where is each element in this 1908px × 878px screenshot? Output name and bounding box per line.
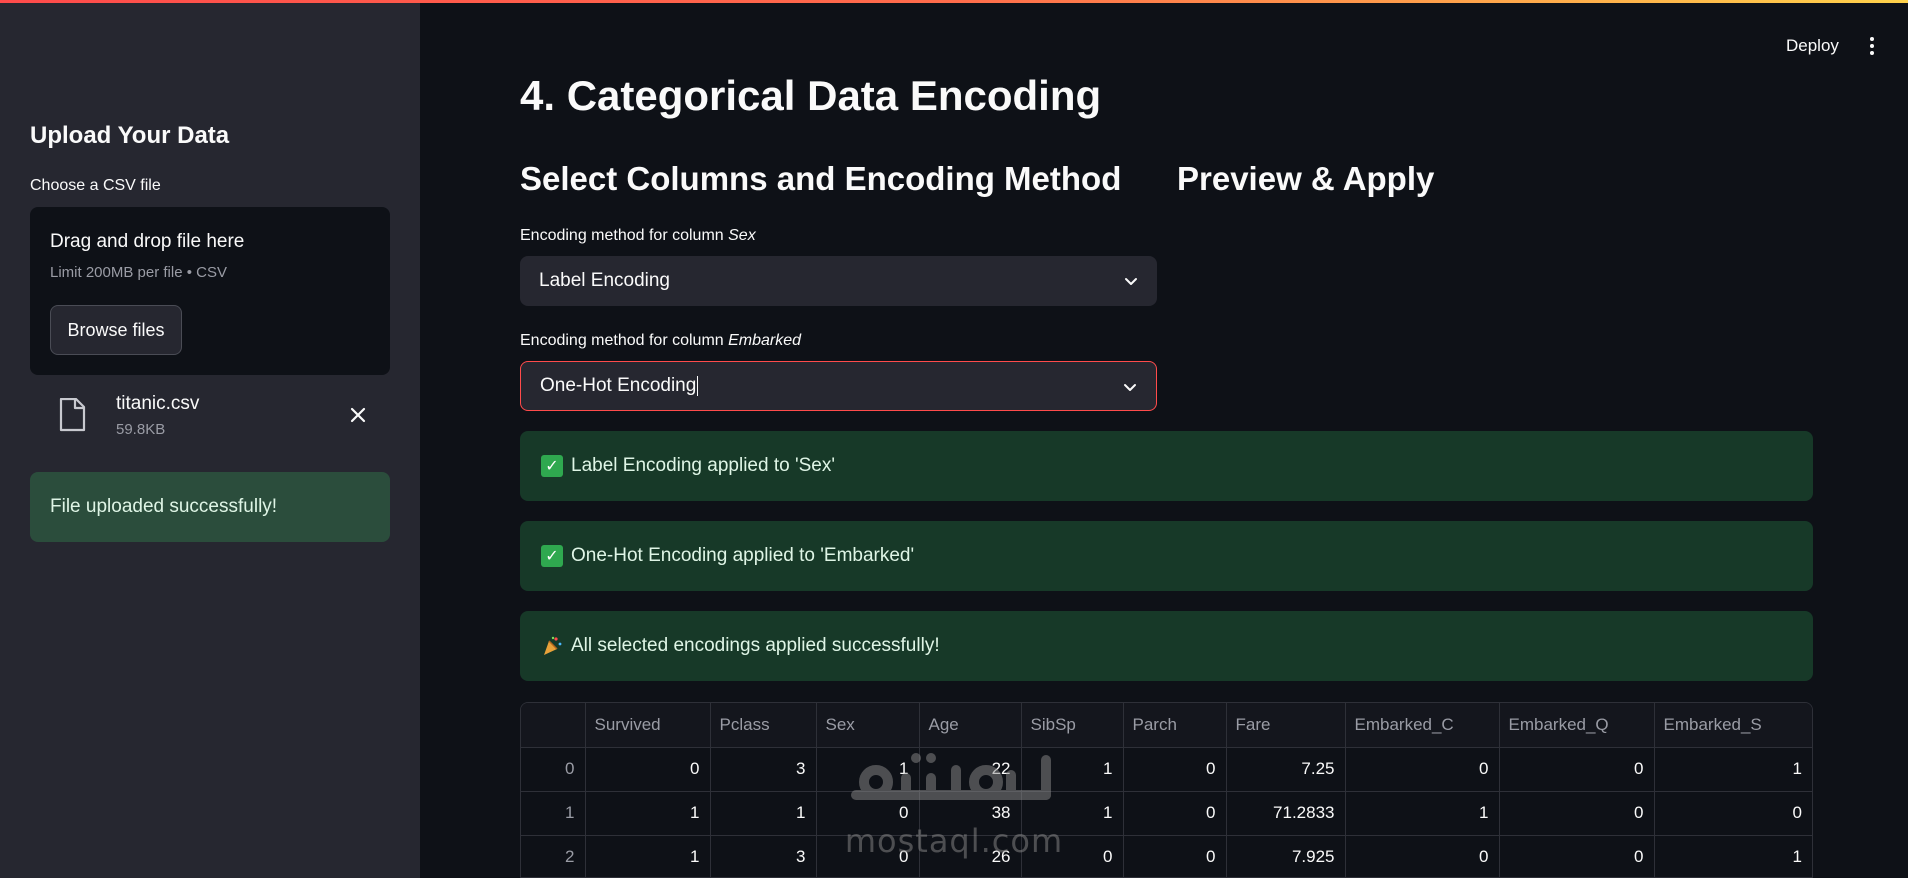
column-header[interactable]: Fare [1226, 703, 1346, 748]
section-heading-select: Select Columns and Encoding Method [520, 160, 1122, 197]
table-header-row: Survived Pclass Sex Age SibSp Parch Fare… [521, 703, 1812, 748]
table-cell[interactable]: 1 [710, 791, 817, 836]
table-cell[interactable]: 0 [1123, 747, 1227, 792]
data-table[interactable]: Survived Pclass Sex Age SibSp Parch Fare… [520, 702, 1813, 878]
table-cell[interactable]: 0 [1499, 835, 1655, 877]
table-cell[interactable]: 22 [919, 747, 1022, 792]
file-icon [59, 398, 86, 432]
table-cell[interactable]: 3 [710, 747, 817, 792]
column-header[interactable]: Pclass [710, 703, 817, 748]
table-cell[interactable]: 0 [1123, 791, 1227, 836]
table-cell[interactable]: 7.25 [1226, 747, 1346, 792]
check-icon: ✓ [541, 455, 563, 477]
upload-success-message: File uploaded successfully! [30, 472, 390, 542]
select-value: Label Encoding [539, 270, 670, 291]
column-header[interactable]: Sex [816, 703, 920, 748]
chevron-down-icon [1125, 278, 1137, 285]
alert-label-encoding: ✓ Label Encoding applied to 'Sex' [520, 431, 1813, 501]
table-cell[interactable]: 0 [1123, 835, 1227, 877]
party-popper-icon [544, 636, 562, 655]
table-cell[interactable]: 1 [521, 791, 586, 836]
embarked-encoding-label: Encoding method for column Embarked [520, 332, 802, 349]
column-header[interactable]: Embarked_Q [1499, 703, 1655, 748]
table-cell[interactable]: 0 [585, 747, 711, 792]
sidebar-title: Upload Your Data [30, 122, 230, 149]
table-cell[interactable]: 0 [816, 791, 920, 836]
table-row: 2 1 3 0 26 0 0 7.925 0 0 1 [521, 835, 1812, 877]
table-cell[interactable]: 0 [521, 747, 586, 792]
column-header-index[interactable] [521, 703, 586, 748]
table-cell[interactable]: 0 [1021, 835, 1124, 877]
select-value: One-Hot Encoding [540, 375, 697, 396]
table-cell[interactable]: 0 [1654, 791, 1812, 836]
table-cell[interactable]: 1 [585, 791, 711, 836]
table-cell[interactable]: 2 [521, 835, 586, 877]
check-icon: ✓ [541, 545, 563, 567]
text-caret [697, 376, 699, 396]
top-decoration-bar [0, 0, 1908, 3]
table-cell[interactable]: 38 [919, 791, 1022, 836]
sex-encoding-select[interactable]: Label Encoding [520, 256, 1157, 306]
section-heading-preview: Preview & Apply [1177, 160, 1435, 197]
browse-files-button[interactable]: Browse files [50, 305, 182, 355]
deploy-button[interactable]: Deploy [1776, 30, 1849, 62]
alert-all-applied: All selected encodings applied successfu… [520, 611, 1813, 681]
table-cell[interactable]: 1 [1654, 747, 1812, 792]
column-header[interactable]: Embarked_C [1345, 703, 1500, 748]
table-cell[interactable]: 71.2833 [1226, 791, 1346, 836]
table-cell[interactable]: 3 [710, 835, 817, 877]
file-dropzone[interactable]: Drag and drop file here Limit 200MB per … [30, 207, 390, 375]
table-cell[interactable]: 0 [1345, 747, 1500, 792]
table-cell[interactable]: 1 [816, 747, 920, 792]
uploaded-file-row: titanic.csv 59.8KB [30, 390, 390, 440]
dropzone-limit: Limit 200MB per file • CSV [50, 264, 227, 281]
page-title: 4. Categorical Data Encoding [520, 72, 1102, 119]
table-cell[interactable]: 1 [585, 835, 711, 877]
file-size: 59.8KB [116, 421, 166, 438]
table-cell[interactable]: 0 [1345, 835, 1500, 877]
column-header[interactable]: Parch [1123, 703, 1227, 748]
more-dots-icon [1870, 37, 1874, 41]
file-name: titanic.csv [116, 393, 200, 414]
column-header[interactable]: Survived [585, 703, 711, 748]
table-cell[interactable]: 1 [1345, 791, 1500, 836]
sidebar: Upload Your Data Choose a CSV file Drag … [0, 0, 420, 878]
sex-encoding-label: Encoding method for column Sex [520, 227, 756, 244]
chevron-down-icon [1124, 384, 1136, 391]
column-header[interactable]: Age [919, 703, 1022, 748]
main-menu-button[interactable] [1860, 30, 1884, 62]
column-header[interactable]: Embarked_S [1654, 703, 1812, 748]
table-row: 0 0 3 1 22 1 0 7.25 0 0 1 [521, 747, 1812, 792]
table-cell[interactable]: 0 [1499, 791, 1655, 836]
alert-onehot-encoding: ✓ One-Hot Encoding applied to 'Embarked' [520, 521, 1813, 591]
table-cell[interactable]: 7.925 [1226, 835, 1346, 877]
embarked-encoding-select[interactable]: One-Hot Encoding [520, 361, 1157, 411]
table-cell[interactable]: 1 [1021, 791, 1124, 836]
table-cell[interactable]: 0 [816, 835, 920, 877]
table-cell[interactable]: 0 [1499, 747, 1655, 792]
table-cell[interactable]: 1 [1021, 747, 1124, 792]
close-icon[interactable] [345, 402, 371, 428]
uploader-label: Choose a CSV file [30, 177, 161, 194]
column-header[interactable]: SibSp [1021, 703, 1124, 748]
table-row: 1 1 1 0 38 1 0 71.2833 1 0 0 [521, 791, 1812, 836]
dropzone-title: Drag and drop file here [50, 231, 245, 252]
table-cell[interactable]: 1 [1654, 835, 1812, 877]
table-cell[interactable]: 26 [919, 835, 1022, 877]
